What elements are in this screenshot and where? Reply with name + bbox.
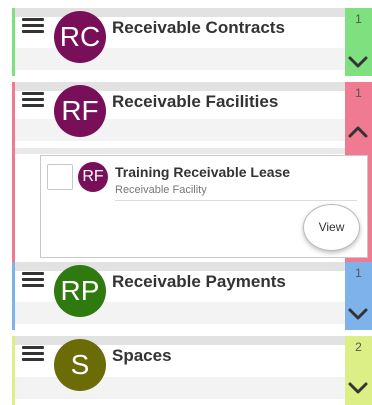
menu-icon[interactable] — [22, 346, 44, 362]
divider — [115, 200, 357, 201]
chevron-down-icon[interactable] — [347, 380, 369, 396]
avatar: RF — [78, 162, 108, 192]
chevron-down-icon[interactable] — [347, 54, 369, 70]
section-spaces[interactable]: 2 S Spaces — [12, 336, 372, 405]
section-receivable-contracts[interactable]: 1 RC Receivable Contracts — [12, 8, 372, 76]
avatar: RC — [54, 11, 106, 63]
section-accent-bar — [12, 82, 15, 262]
section-count: 1 — [355, 12, 362, 26]
select-checkbox[interactable] — [47, 164, 73, 190]
section-title[interactable]: Receivable Facilities — [112, 92, 278, 112]
avatar: S — [54, 339, 106, 391]
menu-icon[interactable] — [22, 272, 44, 288]
section-title[interactable]: Receivable Contracts — [112, 18, 285, 38]
avatar: RF — [54, 85, 106, 137]
avatar: RP — [54, 265, 106, 317]
chevron-up-icon[interactable] — [347, 124, 369, 140]
section-receivable-payments[interactable]: 1 RP Receivable Payments — [12, 262, 372, 330]
expanded-area-divider — [15, 148, 345, 154]
section-title[interactable]: Spaces — [112, 346, 172, 366]
list-item[interactable]: RF Training Receivable Lease Receivable … — [40, 155, 368, 258]
chevron-down-icon[interactable] — [347, 306, 369, 322]
menu-icon[interactable] — [22, 18, 44, 34]
section-count: 1 — [355, 86, 362, 100]
view-button[interactable]: View — [303, 204, 360, 251]
menu-icon[interactable] — [22, 92, 44, 108]
section-title[interactable]: Receivable Payments — [112, 272, 286, 292]
item-subtitle: Receivable Facility — [115, 184, 207, 196]
section-count: 1 — [355, 266, 362, 280]
section-count: 2 — [355, 340, 362, 354]
item-title[interactable]: Training Receivable Lease — [115, 164, 290, 180]
